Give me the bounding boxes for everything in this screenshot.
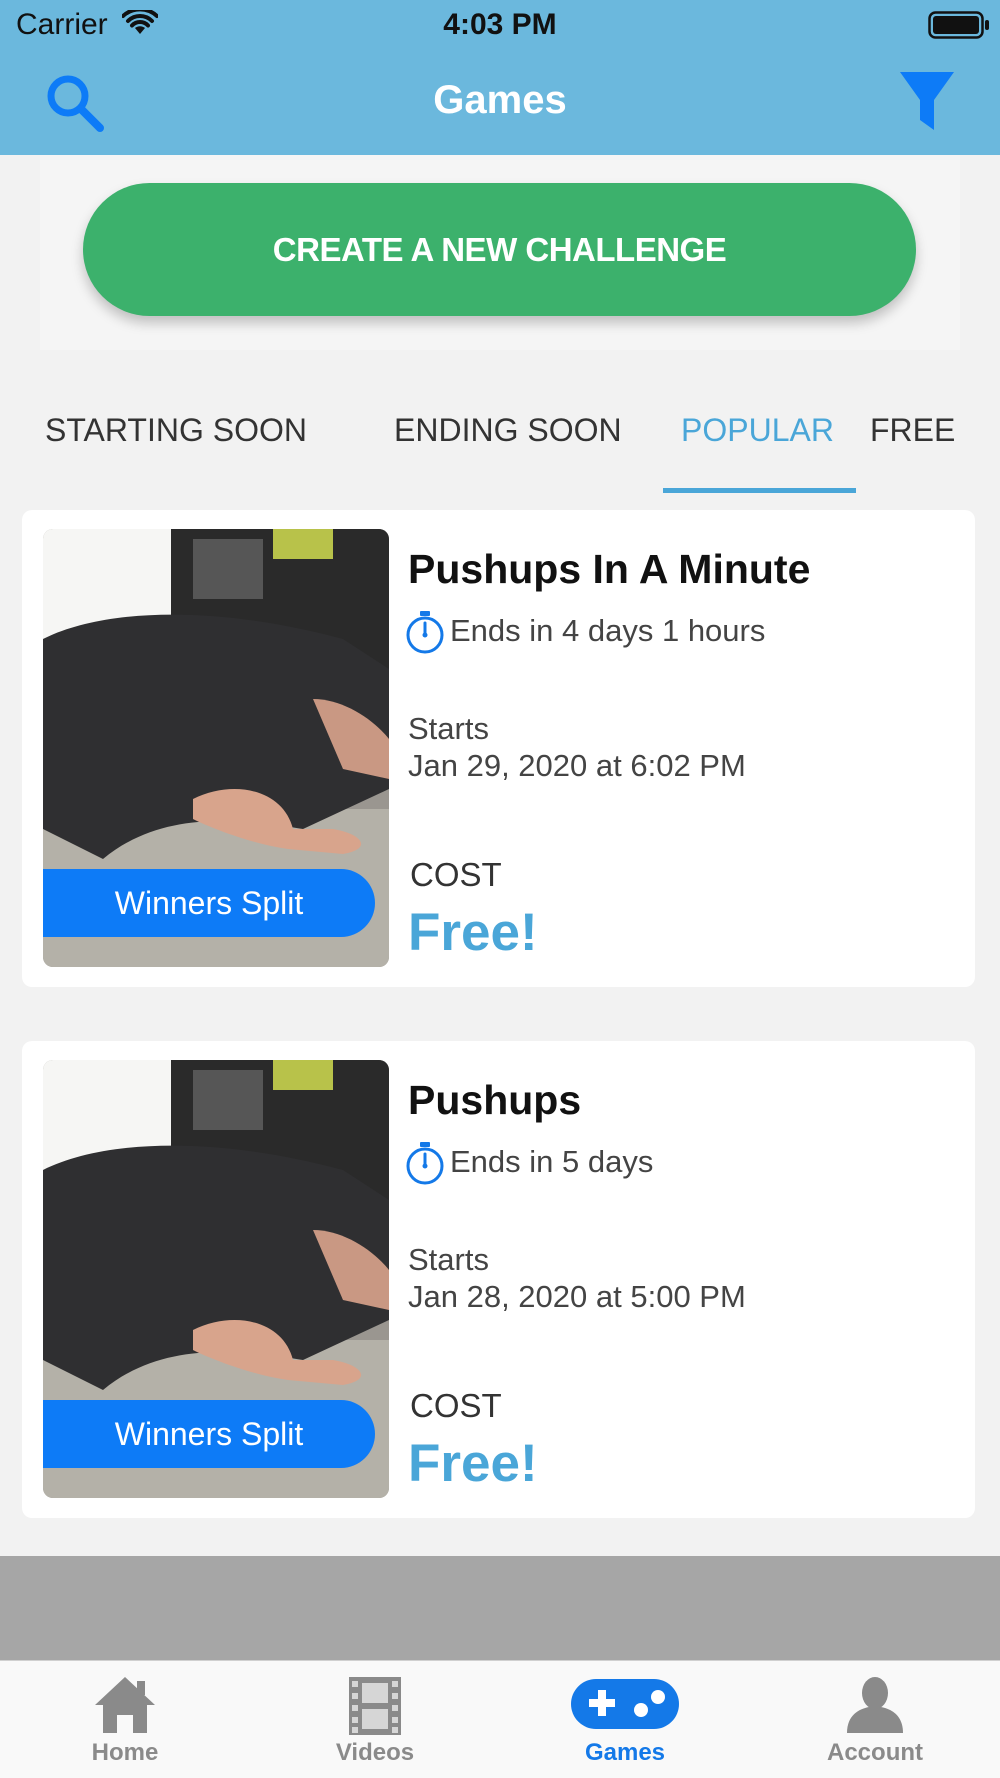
gamepad-icon [571,1679,679,1729]
home-icon [95,1677,155,1733]
tab-starting-soon[interactable]: STARTING SOON [45,412,307,449]
tab-active-indicator [663,488,856,493]
starts-label: Starts [408,711,489,746]
tabbar-item-games[interactable]: Games [500,1661,750,1778]
cost-label: COST [410,1387,502,1424]
tabbar-item-home[interactable]: Home [0,1661,250,1778]
game-card[interactable]: Winners Split Pushups Ends in 5 days Sta… [22,1041,975,1518]
person-icon [847,1677,903,1733]
bottom-tab-bar: Home Videos Games Account [0,1660,1000,1778]
ends-in-text: Ends in 5 days [450,1144,654,1179]
game-card[interactable]: Winners Split Pushups In A Minute Ends i… [22,510,975,987]
starts-date: Jan 28, 2020 at 5:00 PM [408,1279,746,1314]
ad-placeholder [0,1556,1000,1660]
winners-split-badge: Winners Split [43,1400,375,1468]
ends-in-text: Ends in 4 days 1 hours [450,613,766,648]
cost-value: Free! [408,903,538,962]
battery-icon [928,11,989,39]
create-challenge-button[interactable]: CREATE A NEW CHALLENGE [83,183,916,316]
game-thumbnail: Winners Split [43,529,389,967]
timer-icon [406,1142,444,1185]
film-icon [349,1677,401,1735]
game-title: Pushups In A Minute [408,546,811,592]
tabbar-label: Home [91,1739,159,1766]
tabbar-label: Account [827,1739,923,1766]
tabbar-item-account[interactable]: Account [750,1661,1000,1778]
timer-icon [406,611,444,654]
game-thumbnail: Winners Split [43,1060,389,1498]
status-time: 4:03 PM [443,8,557,41]
tabbar-item-videos[interactable]: Videos [250,1661,500,1778]
tabbar-label: Videos [335,1739,415,1766]
filter-icon[interactable] [898,70,956,134]
filter-tabs: STARTING SOON ENDING SOON POPULAR FREE [0,350,1000,495]
tab-free[interactable]: FREE [870,412,955,449]
winners-split-badge: Winners Split [43,869,375,937]
starts-date: Jan 29, 2020 at 6:02 PM [408,748,746,783]
tabbar-label: Games [584,1739,666,1766]
game-title: Pushups [408,1077,582,1123]
cost-label: COST [410,856,502,893]
starts-label: Starts [408,1242,489,1277]
page-title: Games [433,78,567,122]
tab-ending-soon[interactable]: ENDING SOON [394,412,622,449]
top-header: Carrier 4:03 PM Games [0,0,1000,155]
cost-value: Free! [408,1434,538,1493]
tab-popular[interactable]: POPULAR [681,412,834,449]
